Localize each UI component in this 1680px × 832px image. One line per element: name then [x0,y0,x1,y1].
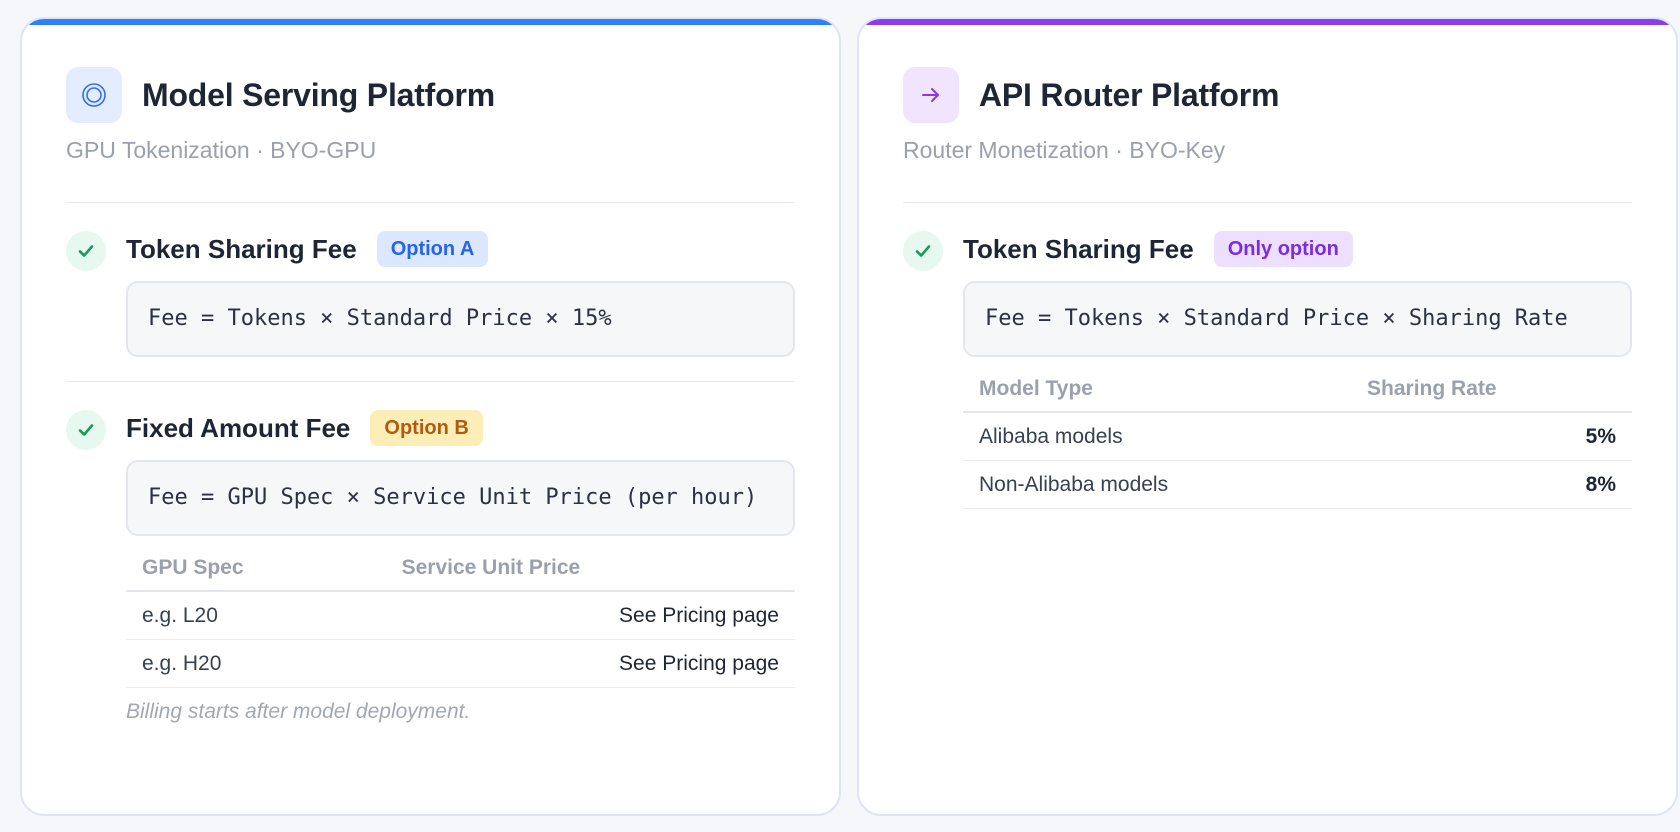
card-title: API Router Platform [979,76,1280,113]
target-icon [66,67,122,123]
arrow-right-icon [903,67,959,123]
column-header: Service Unit Price [385,556,795,592]
column-header: GPU Spec [126,556,386,592]
table-row: Non-Alibaba models 8% [963,460,1632,509]
model-type-cell: Non-Alibaba models [963,460,1352,509]
pricing-link[interactable]: See Pricing page [385,591,795,640]
model-serving-card: Model Serving Platform GPU Tokenization … [20,17,841,816]
card-accent-bar [859,19,1676,25]
billing-note: Billing starts after model deployment. [126,700,471,723]
table-row: e.g. H20 See Pricing page [126,639,795,688]
card-title: Model Serving Platform [142,76,495,113]
option-badge: Option B [370,410,483,446]
column-header: Sharing Rate [1351,377,1632,413]
option-badge: Option A [376,231,489,267]
sharing-rate-cell: 5% [1351,412,1632,461]
formula-box: Fee = Tokens × Standard Price × Sharing … [963,281,1632,357]
option-title: Token Sharing Fee [126,233,357,264]
check-icon [66,231,106,271]
only-option: Token Sharing Fee Only option Fee = Toke… [903,203,1632,509]
column-header: Model Type [963,377,1352,413]
check-icon [903,231,943,271]
option-a: Token Sharing Fee Option A Fee = Tokens … [66,203,795,381]
option-b: Fixed Amount Fee Option B Fee = GPU Spec… [66,382,795,724]
sharing-rate-cell: 8% [1351,460,1632,509]
table-row: Alibaba models 5% [963,412,1632,461]
card-accent-bar [22,19,839,25]
option-badge: Only option [1213,231,1353,267]
gpu-spec-cell: e.g. L20 [126,591,386,640]
option-title: Token Sharing Fee [963,233,1194,264]
formula-box: Fee = GPU Spec × Service Unit Price (per… [126,460,795,536]
sharing-rate-table: Model Type Sharing Rate Alibaba models 5… [963,377,1632,509]
formula-box: Fee = Tokens × Standard Price × 15% [126,281,795,357]
card-subtitle: GPU Tokenization · BYO-GPU [66,137,377,163]
card-header: API Router Platform [903,67,1632,123]
api-router-card: API Router Platform Router Monetization … [857,17,1678,816]
card-header: Model Serving Platform [66,67,795,123]
card-subtitle: Router Monetization · BYO-Key [903,137,1226,163]
option-title: Fixed Amount Fee [126,412,351,443]
gpu-spec-cell: e.g. H20 [126,639,386,688]
gpu-spec-table: GPU Spec Service Unit Price e.g. L20 See… [126,556,795,688]
model-type-cell: Alibaba models [963,412,1352,461]
table-row: e.g. L20 See Pricing page [126,591,795,640]
pricing-link[interactable]: See Pricing page [385,639,795,688]
check-icon [66,410,106,450]
